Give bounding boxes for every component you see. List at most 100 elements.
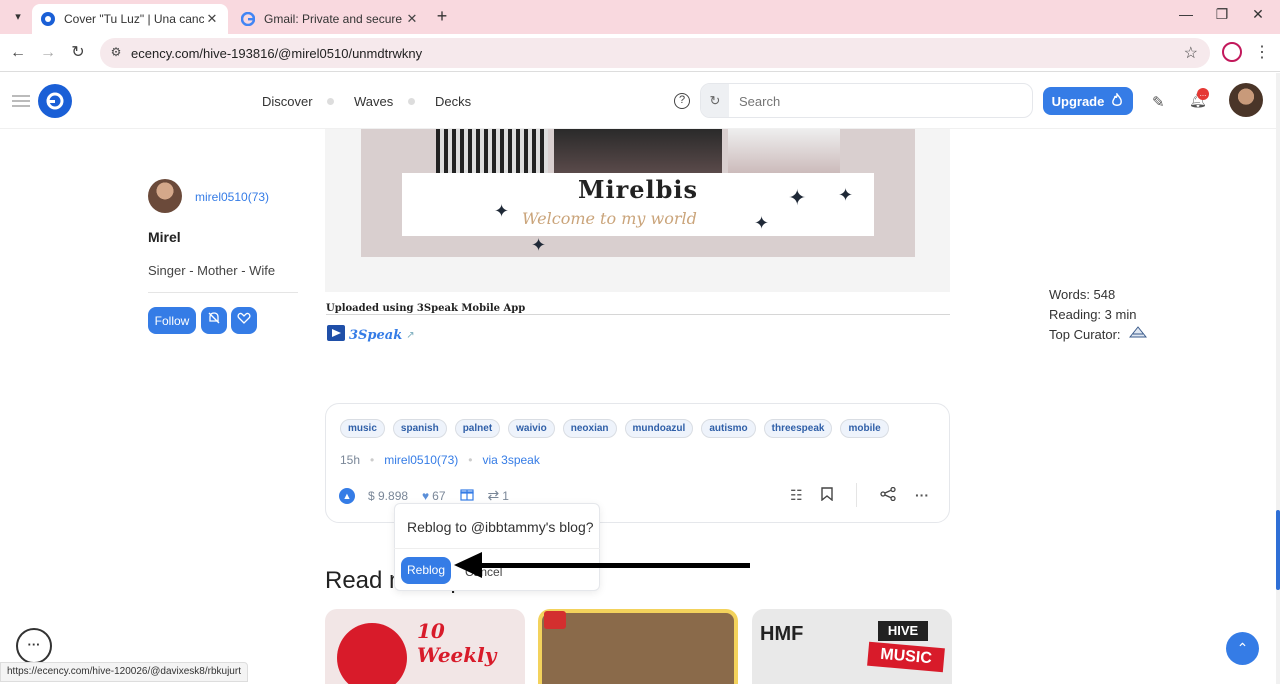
tag-chip[interactable]: music <box>340 419 385 438</box>
scroll-to-top-icon[interactable]: ⌃ <box>1226 632 1259 665</box>
view-list-icon[interactable]: ☷ <box>790 487 803 504</box>
gift-icon[interactable] <box>459 487 474 504</box>
payout-value[interactable]: $ 9.898 <box>368 489 408 503</box>
sparkle-icon: ✦ <box>788 185 807 210</box>
upvote-icon[interactable]: ▲ <box>339 487 355 504</box>
forward-icon[interactable]: → <box>37 42 59 64</box>
tag-chip[interactable]: mundoazul <box>624 419 694 438</box>
url-text: ecency.com/hive-193816/@mirel0510/unmdtr… <box>131 46 423 61</box>
vote-count[interactable]: 67 <box>432 489 445 503</box>
tag-chip[interactable]: waivio <box>508 419 555 438</box>
browser-tab-bar: ▾ Cover "Tu Luz" | Una canción so ✕ Gmai… <box>0 0 1280 34</box>
thumbnail-graphic <box>337 623 407 684</box>
tab-title: Gmail: Private and secure email <box>264 12 404 26</box>
tab-gmail[interactable]: Gmail: Private and secure email ✕ <box>232 4 428 34</box>
author-avatar[interactable] <box>148 179 182 213</box>
upgrade-label: Upgrade <box>1051 93 1105 109</box>
mute-button[interactable] <box>201 307 227 334</box>
nav-decks[interactable]: Decks <box>435 94 471 109</box>
sparkle-icon: ✦ <box>838 185 854 205</box>
thumbnail-text: MUSIC <box>867 641 945 673</box>
banner-photo <box>728 129 840 173</box>
minimize-icon[interactable]: — <box>1176 6 1196 22</box>
bookmark-star-icon[interactable]: ☆ <box>1184 43 1198 63</box>
scrollbar-thumb[interactable] <box>1276 510 1280 590</box>
meta-separator: • <box>468 453 473 467</box>
sparkle-icon: ✦ <box>754 213 770 233</box>
notification-badge: ... <box>1197 88 1209 100</box>
reload-icon[interactable]: ↻ <box>67 42 89 64</box>
upgrade-button[interactable]: Upgrade <box>1043 87 1133 115</box>
banner-card: Mirelbis Welcome to my world ✦ ✦ ✦ ✦ <box>402 173 874 236</box>
post-stats: Words: 548 Reading: 3 min Top Curator: <box>1049 285 1147 345</box>
nav-separator <box>327 98 334 105</box>
tag-chip[interactable]: threespeak <box>763 419 833 438</box>
reading-time: Reading: 3 min <box>1049 307 1137 322</box>
nav-discover[interactable]: Discover <box>262 94 313 109</box>
chat-bubble-icon[interactable]: ··· <box>16 628 52 664</box>
sparkle-icon: ✦ <box>531 235 547 255</box>
search-input[interactable] <box>739 91 1019 111</box>
external-link-icon: ↗ <box>406 330 415 341</box>
back-icon[interactable]: ← <box>7 42 29 64</box>
nav-separator <box>408 98 415 105</box>
more-options-icon[interactable]: ··· <box>915 487 929 503</box>
google-favicon-icon <box>240 11 256 27</box>
tab-close-icon[interactable]: ✕ <box>204 11 220 27</box>
related-post-thumbnail[interactable]: HMF HIVE MUSIC <box>752 609 952 684</box>
tag-chip[interactable]: spanish <box>392 419 447 438</box>
thumbnail-text: 10 Weekly <box>417 619 497 667</box>
banner-subtitle: Welcome to my world <box>522 209 697 228</box>
reblog-button[interactable]: Reblog <box>401 557 451 584</box>
bookmark-icon[interactable] <box>821 487 833 504</box>
browser-menu-icon[interactable]: ⋮ <box>1254 42 1270 62</box>
votes-heart-icon[interactable]: ♥ <box>422 489 429 503</box>
ecency-logo[interactable] <box>38 84 72 118</box>
follow-button[interactable]: Follow <box>148 307 196 334</box>
author-bio: Singer - Mother - Wife <box>148 263 276 278</box>
hamburger-menu-icon[interactable] <box>12 95 30 107</box>
banner-photo <box>554 129 722 173</box>
search-box: ↻ <box>700 83 1033 118</box>
profile-icon[interactable] <box>1222 42 1242 62</box>
tag-chip[interactable]: mobile <box>840 419 889 438</box>
thumbnail-text: HMF <box>760 623 804 645</box>
url-bar[interactable]: ⚙ ecency.com/hive-193816/@mirel0510/unmd… <box>100 38 1210 68</box>
address-bar-row: ← → ↻ ⚙ ecency.com/hive-193816/@mirel051… <box>0 34 1280 72</box>
related-post-thumbnail[interactable] <box>538 609 738 684</box>
author-handle-link[interactable]: mirel0510(73) <box>195 190 269 204</box>
share-icon[interactable] <box>880 486 896 504</box>
user-avatar[interactable] <box>1229 83 1263 117</box>
favorite-button[interactable] <box>231 307 257 334</box>
post-meta: 15h • mirel0510(73) • via 3speak <box>340 453 540 467</box>
window-close-icon[interactable]: ✕ <box>1248 6 1268 23</box>
post-author-link[interactable]: mirel0510(73) <box>384 453 458 467</box>
site-info-icon[interactable]: ⚙ <box>108 45 124 61</box>
reblog-count[interactable]: 1 <box>502 489 509 503</box>
related-post-thumbnail[interactable]: 10 Weekly <box>325 609 525 684</box>
reblog-icon[interactable]: ⇄ <box>488 487 500 504</box>
tag-list: music spanish palnet waivio neoxian mund… <box>340 419 889 438</box>
banner-photo <box>436 129 548 173</box>
post-app-link[interactable]: via 3speak <box>482 453 539 467</box>
annotation-arrow-head <box>454 552 482 578</box>
refresh-search-icon[interactable]: ↻ <box>701 84 729 117</box>
bell-off-icon <box>207 311 221 330</box>
tab-close-icon[interactable]: ✕ <box>404 11 420 27</box>
scrollbar-track[interactable] <box>1276 73 1280 684</box>
edit-pen-icon[interactable]: ✎ <box>1152 93 1165 111</box>
nav-waves[interactable]: Waves <box>354 94 393 109</box>
help-icon[interactable]: ? <box>674 93 690 109</box>
tag-chip[interactable]: palnet <box>454 419 501 438</box>
curator-avatar-icon[interactable] <box>1128 325 1147 345</box>
link-status-url: https://ecency.com/hive-120026/@davixesk… <box>0 662 248 682</box>
site-header: Discover Waves Decks ? ↻ Upgrade ✎ 🔔︎ ..… <box>0 73 1276 129</box>
tag-chip[interactable]: neoxian <box>562 419 617 438</box>
tab-search-icon[interactable]: ▾ <box>8 7 28 27</box>
tag-chip[interactable]: autismo <box>701 419 756 438</box>
tab-ecency[interactable]: Cover "Tu Luz" | Una canción so ✕ <box>32 4 228 34</box>
restore-icon[interactable]: ❐ <box>1212 6 1232 23</box>
new-tab-icon[interactable]: + <box>432 6 452 27</box>
threespeak-link[interactable]: 3Speak ↗ <box>327 325 415 346</box>
post-age: 15h <box>340 453 361 467</box>
